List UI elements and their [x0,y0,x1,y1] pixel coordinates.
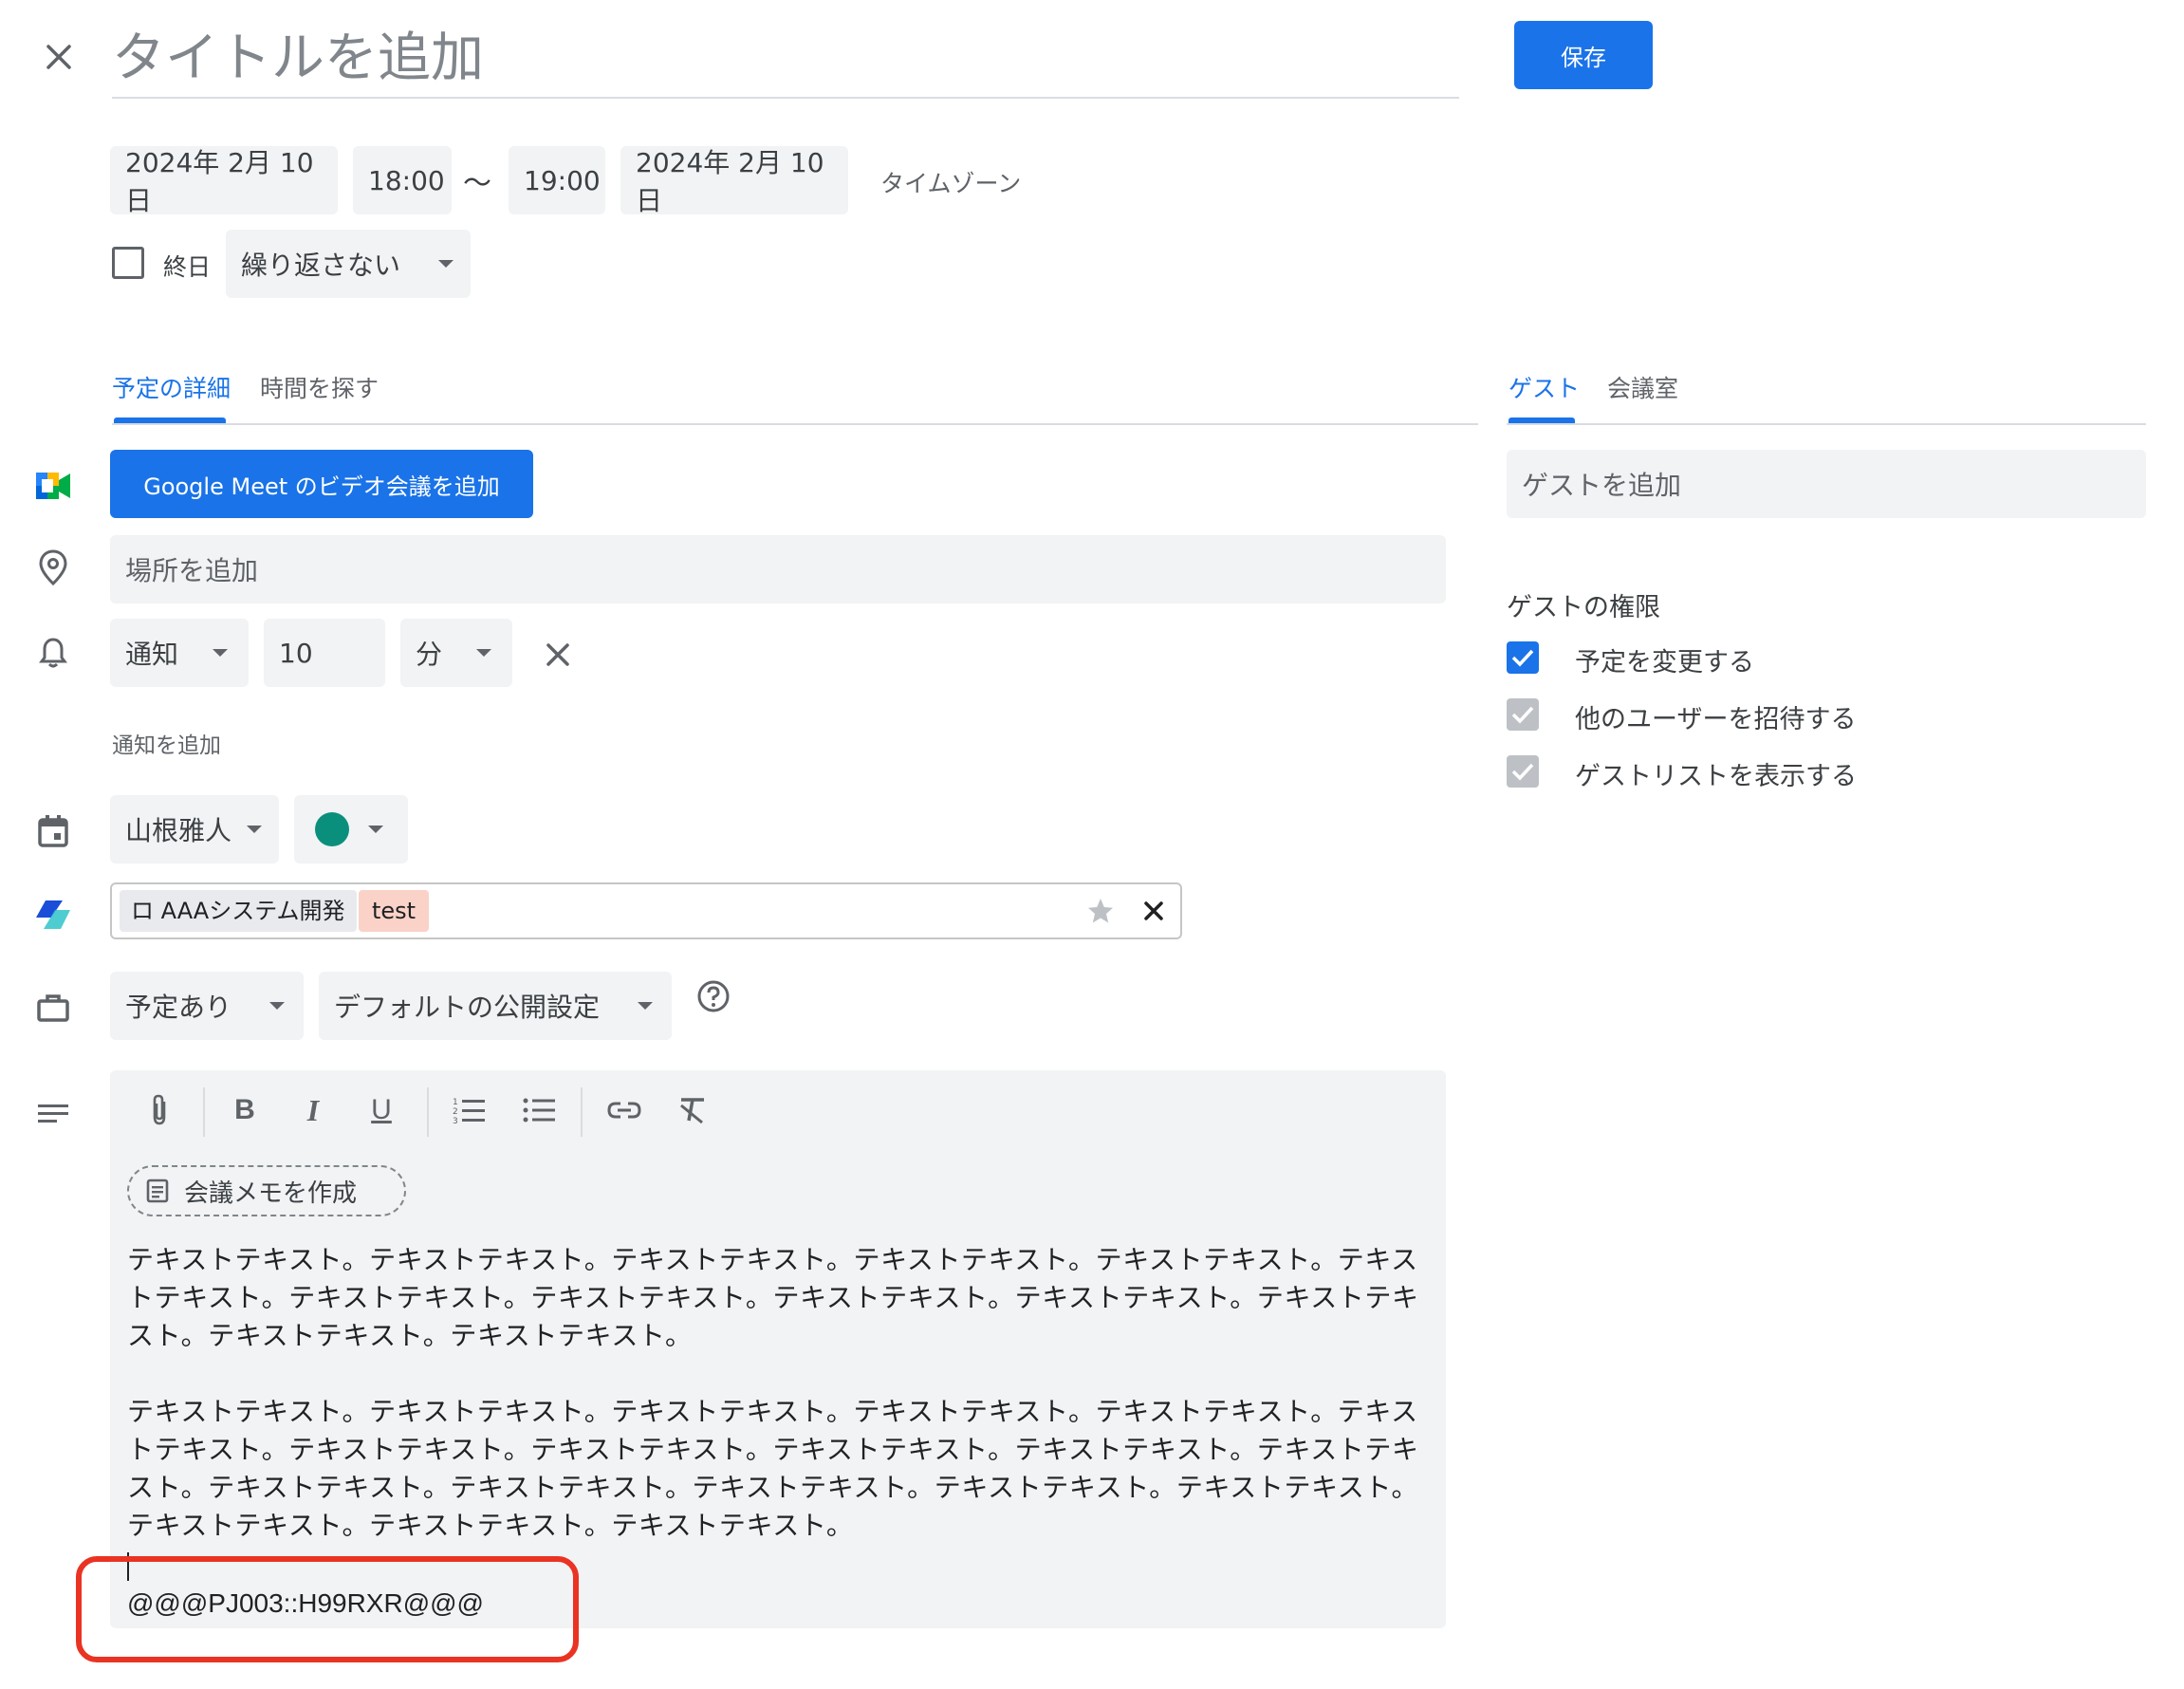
project-tag-chip[interactable]: ロ AAAシステム開発 [120,890,357,932]
right-tabs-divider [1507,423,2146,425]
checkmark-icon [1511,763,1534,781]
permission-invite-label: 他のユーザーを招待する [1575,705,1857,734]
clear-tags-icon[interactable] [1135,892,1173,930]
repeat-dropdown[interactable]: 繰り返さない [226,230,471,298]
calendar-color-dropdown[interactable] [294,795,408,863]
end-time-field[interactable]: 19:00 [509,146,605,214]
create-meeting-notes-button[interactable]: 会議メモを作成 [127,1165,406,1216]
highlight-box [76,1556,579,1662]
tab-find-time[interactable]: 時間を探す [260,370,379,404]
meeting-notes-label: 会議メモを作成 [184,1179,358,1208]
chevron-down-icon [213,649,228,657]
attachment-icon[interactable] [139,1089,180,1131]
availability-label: 予定あり [125,992,232,1023]
calendar-owner-label: 山根雅人 [125,815,232,846]
extension-logo-icon [32,894,74,936]
calendar-owner-dropdown[interactable]: 山根雅人 [110,795,279,863]
chevron-down-icon [247,826,262,833]
bulleted-list-icon[interactable] [518,1089,560,1131]
permission-modify-label: 予定を変更する [1575,648,1754,677]
svg-text:2: 2 [453,1107,458,1117]
permission-see-guests-label: ゲストリストを表示する [1575,762,1857,791]
repeat-label: 繰り返さない [241,250,401,281]
numbered-list-icon[interactable]: 123 [448,1089,490,1131]
underline-icon[interactable]: U [361,1089,402,1131]
toolbar-separator [581,1087,583,1137]
all-day-checkbox[interactable] [112,247,144,279]
description-paragraph-1: テキストテキスト。テキストテキスト。テキストテキスト。テキストテキスト。テキスト… [127,1244,1419,1351]
notification-unit-dropdown[interactable]: 分 [400,619,512,687]
visibility-label: デフォルトの公開設定 [334,992,601,1023]
bold-icon[interactable]: B [224,1089,266,1131]
add-notification-link[interactable]: 通知を追加 [112,727,221,759]
tabs-divider [112,423,1478,425]
timezone-link[interactable]: タイムゾーン [880,165,1021,199]
permission-modify-checkbox[interactable] [1507,641,1539,674]
end-date-field[interactable]: 2024年 2月 10日 [620,146,848,216]
star-icon[interactable] [1082,892,1120,930]
calendar-color-swatch [315,812,349,846]
briefcase-icon [32,987,74,1029]
notification-type-dropdown[interactable]: 通知 [110,619,249,687]
calendar-icon [32,810,74,852]
test-tag-chip[interactable]: test [359,890,430,932]
italic-icon[interactable]: I [292,1089,334,1131]
notification-value-input[interactable]: 10 [264,619,385,687]
google-meet-icon [32,465,74,507]
description-icon [32,1093,74,1135]
all-day-label: 終日 [163,253,212,281]
start-date-field[interactable]: 2024年 2月 10日 [110,146,338,216]
checkmark-icon [1511,649,1534,667]
chevron-down-icon [368,826,383,833]
permission-invite-checkbox[interactable] [1507,698,1539,731]
chevron-down-icon [269,1002,285,1010]
description-paragraph-2: テキストテキスト。テキストテキスト。テキストテキスト。テキストテキスト。テキスト… [127,1396,1419,1541]
checkmark-icon [1511,706,1534,724]
save-button[interactable]: 保存 [1514,21,1653,89]
notification-unit-label: 分 [416,639,443,670]
tab-event-details[interactable]: 予定の詳細 [112,370,231,404]
chevron-down-icon [438,260,453,268]
close-icon[interactable] [38,36,80,78]
title-input[interactable]: タイトルを追加 [112,21,1459,99]
tab-guests[interactable]: ゲスト [1508,370,1580,404]
add-google-meet-button[interactable]: Google Meet のビデオ会議を追加 [110,450,533,518]
notes-icon [146,1179,169,1203]
svg-text:1: 1 [453,1098,458,1107]
help-icon[interactable] [693,975,734,1017]
toolbar-separator [203,1087,205,1137]
clear-formatting-icon[interactable] [672,1089,713,1131]
toolbar-separator [427,1087,429,1137]
tab-rooms[interactable]: 会議室 [1607,370,1678,404]
bell-icon [32,632,74,674]
add-guests-input[interactable]: ゲストを追加 [1507,450,2146,518]
location-input[interactable]: 場所を追加 [110,535,1446,603]
remove-notification-icon[interactable] [537,634,579,676]
chevron-down-icon [638,1002,653,1010]
chevron-down-icon [476,649,491,657]
link-icon[interactable] [603,1089,645,1131]
time-separator: 〜 [463,167,491,200]
guest-permissions-title: ゲストの権限 [1507,593,1660,622]
svg-text:3: 3 [453,1117,458,1124]
notification-type-label: 通知 [125,639,179,670]
availability-dropdown[interactable]: 予定あり [110,972,304,1040]
start-time-field[interactable]: 18:00 [353,146,452,214]
location-pin-icon [32,547,74,588]
permission-see-guests-checkbox[interactable] [1507,755,1539,788]
visibility-dropdown[interactable]: デフォルトの公開設定 [319,972,672,1040]
